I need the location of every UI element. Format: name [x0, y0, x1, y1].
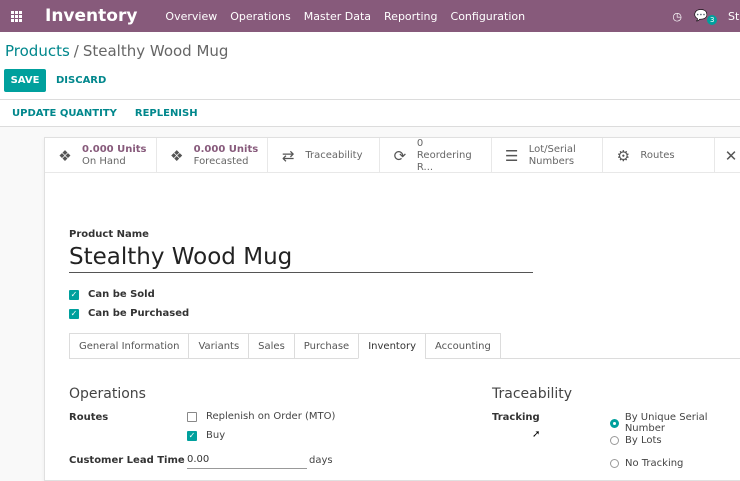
product-name-label: Product Name [69, 229, 149, 240]
routes-button[interactable]: ⚙ Routes [603, 138, 716, 173]
exchange-icon: ⇄ [282, 146, 295, 165]
discard-button[interactable]: DISCARD [56, 69, 106, 92]
route-mto-checkbox[interactable] [187, 411, 197, 422]
route-buy-option: ✓ Buy [187, 430, 225, 441]
on-hand-label: On Hand [82, 155, 126, 167]
chat-icon[interactable]: 💬 3 [694, 9, 718, 25]
route-mto-option: Replenish on Order (MTO) [187, 411, 335, 422]
form-sheet: ❖ 0.000 Units On Hand ❖ 0.000 Units Foreca… [44, 137, 740, 481]
tracking-serial-option[interactable]: By Unique Serial Number [610, 412, 740, 434]
breadcrumb-separator: / [73, 42, 79, 60]
reordering-label: Reordering R... [416, 149, 472, 173]
menu-overview[interactable]: Overview [165, 10, 217, 23]
lot-serial-label-1: Lot/Serial [528, 143, 576, 155]
on-hand-button[interactable]: ❖ 0.000 Units On Hand [45, 138, 157, 173]
tab-general-information[interactable]: General Information [69, 333, 189, 359]
tracking-none-option[interactable]: No Tracking [610, 458, 683, 469]
breadcrumb-products[interactable]: Products [5, 42, 70, 60]
update-quantity-button[interactable]: UPDATE QUANTITY [12, 108, 117, 119]
tracking-lots-radio[interactable] [610, 436, 619, 445]
refresh-icon: ⟳ [393, 146, 407, 165]
route-mto-label: Replenish on Order (MTO) [206, 411, 336, 422]
main-menu: Overview Operations Master Data Reportin… [165, 10, 525, 23]
traceability-button[interactable]: ⇄ Traceability [268, 138, 381, 173]
product-name-field[interactable]: Stealthy Wood Mug [69, 244, 533, 273]
mouse-cursor-icon: ➚ [532, 429, 541, 440]
save-button[interactable]: SAVE [4, 69, 46, 92]
operations-title: Operations [69, 386, 146, 402]
reordering-count: 0 [416, 137, 424, 149]
menu-master-data[interactable]: Master Data [304, 10, 371, 23]
routes-label: Routes [640, 149, 675, 161]
route-buy-label: Buy [206, 430, 226, 441]
lot-serial-label-2: Numbers [528, 155, 575, 167]
chat-badge: 3 [707, 15, 718, 25]
user-menu[interactable]: St [728, 10, 740, 23]
route-buy-checkbox[interactable]: ✓ [187, 430, 197, 441]
tab-inventory[interactable]: Inventory [358, 333, 425, 359]
tracking-lots-option[interactable]: By Lots [610, 435, 662, 446]
lead-time-unit: days [309, 455, 333, 466]
menu-configuration[interactable]: Configuration [451, 10, 526, 23]
tab-variants[interactable]: Variants [188, 333, 249, 359]
can-be-purchased-label: Can be Purchased [88, 308, 190, 319]
breadcrumb-current: Stealthy Wood Mug [82, 42, 229, 60]
lot-serial-button[interactable]: ☰ Lot/Serial Numbers [492, 138, 604, 173]
apps-menu-icon[interactable] [4, 0, 28, 32]
navbar: Inventory Overview Operations Master Dat… [0, 0, 740, 32]
app-title[interactable]: Inventory [45, 6, 137, 26]
cubes-icon: ❖ [58, 146, 72, 165]
on-hand-value: 0.000 Units [82, 143, 147, 155]
replenish-button[interactable]: REPLENISH [135, 108, 198, 119]
tracking-none-radio[interactable] [610, 459, 619, 468]
tab-sales[interactable]: Sales [248, 333, 294, 359]
tracking-field-label: Tracking [492, 412, 540, 423]
tab-accounting[interactable]: Accounting [424, 333, 501, 359]
bars-icon: ☰ [504, 146, 519, 165]
menu-reporting[interactable]: Reporting [384, 10, 437, 23]
tab-purchase[interactable]: Purchase [293, 333, 359, 359]
cubes-icon: ❖ [169, 146, 184, 165]
reordering-rules-button[interactable]: ⟳ 0 Reordering R... [380, 138, 492, 173]
forecasted-button[interactable]: ❖ 0.000 Units Forecasted [157, 138, 269, 173]
more-button[interactable]: ✕ [715, 138, 740, 173]
customer-lead-time-input[interactable]: 0.00 [187, 454, 307, 469]
menu-operations[interactable]: Operations [230, 10, 290, 23]
breadcrumb: Products / Stealthy Wood Mug [5, 42, 228, 60]
tracking-serial-radio[interactable] [610, 418, 619, 428]
notebook-tabs: General Information Variants Sales Purch… [69, 333, 501, 359]
can-be-sold-label: Can be Sold [88, 289, 155, 300]
shuffle-icon: ✕ [724, 146, 738, 165]
can-be-sold-checkbox[interactable]: ✓ [69, 289, 79, 300]
can-be-purchased-checkbox[interactable]: ✓ [69, 308, 79, 319]
form-statusbar: UPDATE QUANTITY REPLENISH [0, 100, 740, 127]
control-panel: Products / Stealthy Wood Mug SAVE DISCARD [0, 32, 740, 100]
activity-clock-icon[interactable]: ◷ [672, 10, 682, 23]
can-be-sold-row: ✓ Can be Sold [69, 289, 155, 300]
traceability-label: Traceability [305, 149, 363, 161]
routes-field-label: Routes [69, 412, 109, 423]
cogs-icon: ⚙ [616, 146, 631, 165]
customer-lead-time-label: Customer Lead Time [69, 455, 185, 466]
tracking-serial-label: By Unique Serial Number [624, 412, 708, 434]
traceability-title: Traceability [492, 386, 573, 402]
forecasted-value: 0.000 Units [193, 143, 259, 155]
systray: ◷ 💬 3 St [672, 0, 740, 32]
can-be-purchased-row: ✓ Can be Purchased [69, 308, 189, 319]
tracking-none-label: No Tracking [625, 458, 684, 469]
forecasted-label: Forecasted [193, 155, 249, 167]
smart-buttons: ❖ 0.000 Units On Hand ❖ 0.000 Units Foreca… [45, 138, 740, 173]
tracking-lots-label: By Lots [625, 435, 662, 446]
